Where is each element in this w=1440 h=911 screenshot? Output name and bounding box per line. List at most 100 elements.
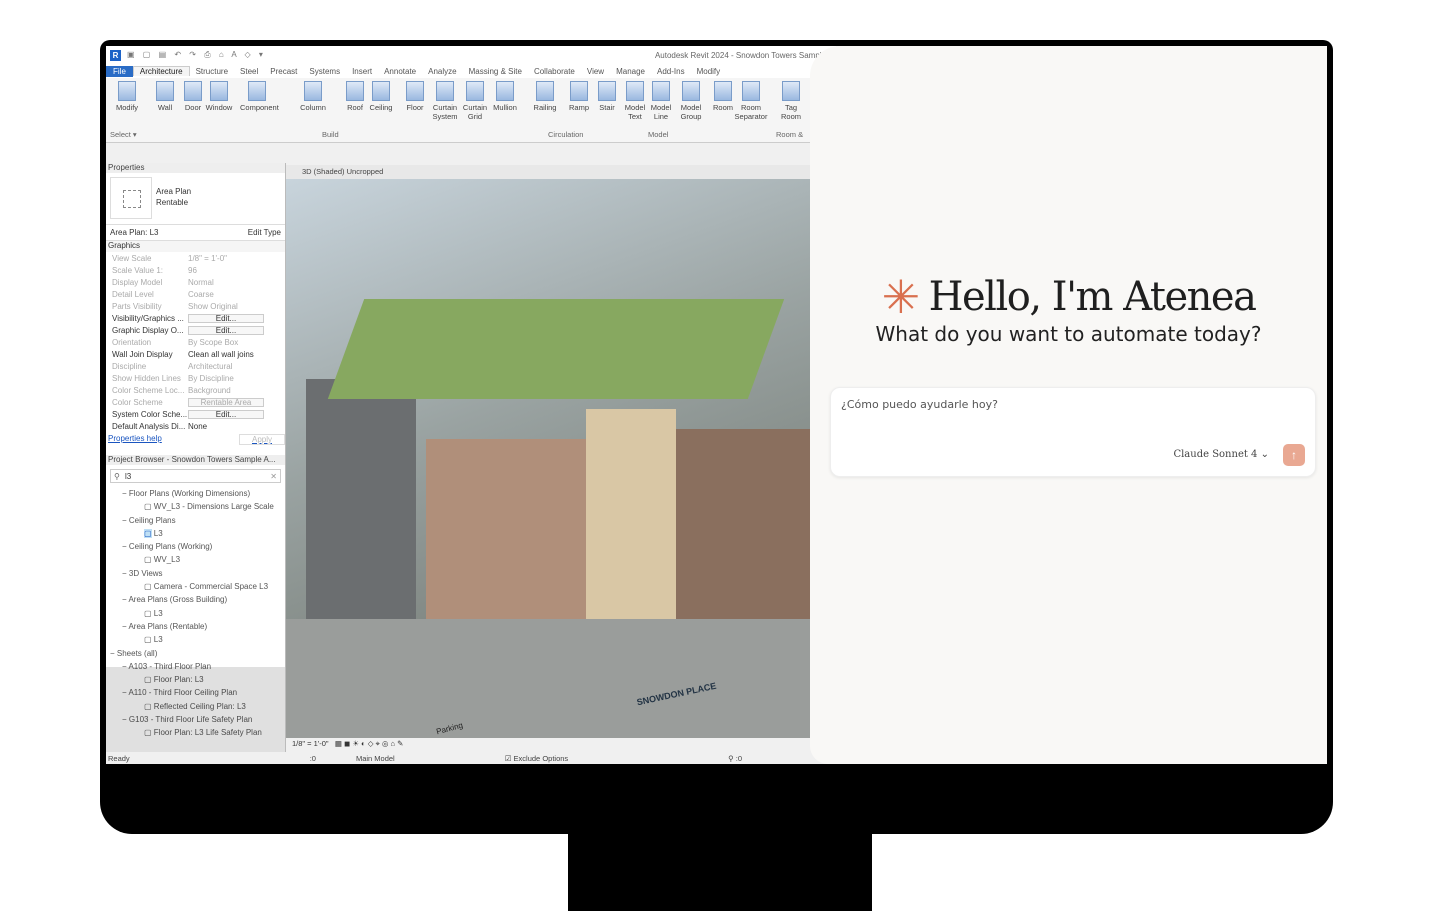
filter-count: :0: [735, 753, 743, 763]
tool-column[interactable]: Column: [296, 81, 330, 112]
quick-access-toolbar[interactable]: ▣ ▢ ▤ ↶ ↷ ⎙ ⌂ A ◇ ▾: [127, 50, 266, 60]
stair-icon: [598, 81, 616, 101]
property-key: Orientation: [112, 337, 152, 347]
tool-label: Column: [300, 103, 326, 112]
property-row: Scale Value 1: 96: [106, 264, 285, 276]
tab-file[interactable]: File: [106, 65, 133, 77]
roof-icon: [346, 81, 364, 101]
browser-item[interactable]: − Sheets (all): [106, 647, 285, 660]
model-selector[interactable]: Claude Sonnet 4 ⌄: [1173, 449, 1269, 460]
revit-logo[interactable]: R: [110, 49, 121, 61]
3d-viewport[interactable]: SNOWDON PLACE Parking: [286, 179, 836, 738]
tool-tag-room[interactable]: Tag Room: [774, 81, 808, 121]
green-roof: [327, 299, 785, 399]
tab-modify[interactable]: Modify: [691, 67, 727, 76]
browser-item[interactable]: − Area Plans (Rentable): [106, 620, 285, 633]
property-edit-button[interactable]: Edit...: [188, 313, 264, 323]
graphics-group[interactable]: Graphics: [106, 241, 285, 252]
overlay-shade: [106, 667, 285, 752]
property-edit-button[interactable]: Rentable Area: [188, 397, 264, 407]
tab-massing-site[interactable]: Massing & Site: [463, 67, 528, 76]
tab-analyze[interactable]: Analyze: [422, 67, 462, 76]
view-tab[interactable]: 3D (Shaded) Uncropped: [286, 165, 836, 179]
browser-item[interactable]: − Ceiling Plans: [106, 514, 285, 527]
browser-item-label: − Area Plans (Gross Building): [122, 595, 228, 605]
tab-manage[interactable]: Manage: [610, 67, 651, 76]
tool-modify[interactable]: Modify: [110, 81, 144, 112]
prompt-input[interactable]: [841, 398, 1281, 411]
tool-model-line[interactable]: Model Line: [644, 81, 678, 121]
send-button[interactable]: ↑: [1283, 444, 1305, 466]
browser-item[interactable]: ▢ WV_L3: [106, 553, 285, 566]
filter-icon[interactable]: ⚲ :0: [728, 754, 742, 763]
tab-steel[interactable]: Steel: [234, 67, 264, 76]
tab-structure[interactable]: Structure: [190, 67, 234, 76]
browser-item[interactable]: − Ceiling Plans (Working): [106, 540, 285, 553]
tab-precast[interactable]: Precast: [264, 67, 303, 76]
model-text-icon: [626, 81, 644, 101]
ribbon-tabs: File Architecture Structure Steel Precast Sys…: [106, 64, 836, 78]
browser-item[interactable]: ▢ L3: [106, 607, 285, 620]
panel-label[interactable]: Select ▾: [110, 130, 137, 139]
tool-mullion[interactable]: Mullion: [488, 81, 522, 112]
browser-item[interactable]: − Floor Plans (Working Dimensions): [106, 487, 285, 500]
browser-item-label: L3: [153, 608, 163, 618]
property-key: Display Model: [112, 277, 163, 287]
tool-model-group[interactable]: Model Group: [674, 81, 708, 121]
view-icon: ▢: [144, 582, 152, 592]
browser-item[interactable]: ▢ Camera - Commercial Space L3: [106, 580, 285, 593]
browser-item[interactable]: ▢ WV_L3 - Dimensions Large Scale: [106, 500, 285, 513]
tab-view[interactable]: View: [581, 67, 610, 76]
screen: R ▣ ▢ ▤ ↶ ↷ ⎙ ⌂ A ◇ ▾ Autodesk Revit 202…: [106, 46, 1327, 764]
tool-floor[interactable]: Floor: [398, 81, 432, 112]
type-selector[interactable]: Area Plan Rentable: [106, 173, 285, 225]
apply-button[interactable]: Apply: [238, 434, 285, 445]
properties-title: Properties: [106, 163, 285, 173]
view-controls-icons[interactable]: ▦ ◼ ☀ ◐ ◇ ⌖ ◎ ⌂ ✎: [335, 739, 404, 748]
browser-item[interactable]: − Area Plans (Gross Building): [106, 593, 285, 606]
property-value: By Scope Box: [188, 337, 239, 347]
property-value: Architectural: [188, 361, 233, 371]
property-row: Orientation By Scope Box: [106, 336, 285, 348]
tool-component[interactable]: Component: [240, 81, 279, 112]
property-edit-button[interactable]: Edit...: [188, 409, 264, 419]
browser-item-label: Camera - Commercial Space L3: [153, 582, 269, 592]
panel-label: Circulation: [548, 130, 584, 139]
tab-annotate[interactable]: Annotate: [378, 67, 422, 76]
tool-curtain-grid[interactable]: Curtain Grid: [458, 81, 492, 121]
tab-insert[interactable]: Insert: [346, 67, 378, 76]
tab-collaborate[interactable]: Collaborate: [528, 67, 581, 76]
property-edit-button[interactable]: Edit...: [188, 325, 264, 335]
property-value: Normal: [188, 277, 214, 287]
area-plan-icon: [110, 177, 152, 219]
browser-item[interactable]: − 3D Views: [106, 567, 285, 580]
tool-label: Railing: [533, 103, 557, 112]
tool-label: Component: [240, 103, 279, 112]
tool-curtain-system[interactable]: Curtain System: [428, 81, 462, 121]
instance-selector[interactable]: Area Plan: L3: [110, 228, 158, 237]
tool-label: Ceiling: [369, 103, 393, 112]
view-scale[interactable]: 1/8" = 1'-0": [292, 739, 329, 748]
exclude-options-checkbox[interactable]: ☑ Exclude Options: [505, 754, 568, 763]
browser-search-input[interactable]: l3: [110, 469, 281, 483]
tool-room-separator[interactable]: Room Separator: [734, 81, 768, 121]
tool-ceiling[interactable]: Ceiling: [364, 81, 398, 112]
model-line-icon: [652, 81, 670, 101]
browser-item[interactable]: ▢ L3: [106, 633, 285, 646]
room-separator-icon: [742, 81, 760, 101]
view-control-bar: 1/8" = 1'-0" ▦ ◼ ☀ ◐ ◇ ⌖ ◎ ⌂ ✎: [286, 738, 836, 750]
panel-label: Build: [322, 130, 339, 139]
tab-add-ins[interactable]: Add-Ins: [651, 67, 691, 76]
property-value: Coarse: [188, 289, 214, 299]
tool-label: Tag Room: [780, 103, 801, 121]
properties-help-link[interactable]: Properties help: [108, 434, 162, 445]
edit-type-button[interactable]: Edit Type: [248, 228, 281, 237]
tool-label: Modify: [115, 103, 139, 112]
tab-architecture[interactable]: Architecture: [132, 66, 190, 76]
browser-item[interactable]: ▢ L3: [106, 527, 285, 540]
tab-systems[interactable]: Systems: [303, 67, 346, 76]
workset-selector[interactable]: Main Model: [356, 754, 395, 763]
tool-window[interactable]: Window: [202, 81, 236, 112]
browser-item-label: − Ceiling Plans: [122, 515, 176, 525]
tool-railing[interactable]: Railing: [528, 81, 562, 112]
